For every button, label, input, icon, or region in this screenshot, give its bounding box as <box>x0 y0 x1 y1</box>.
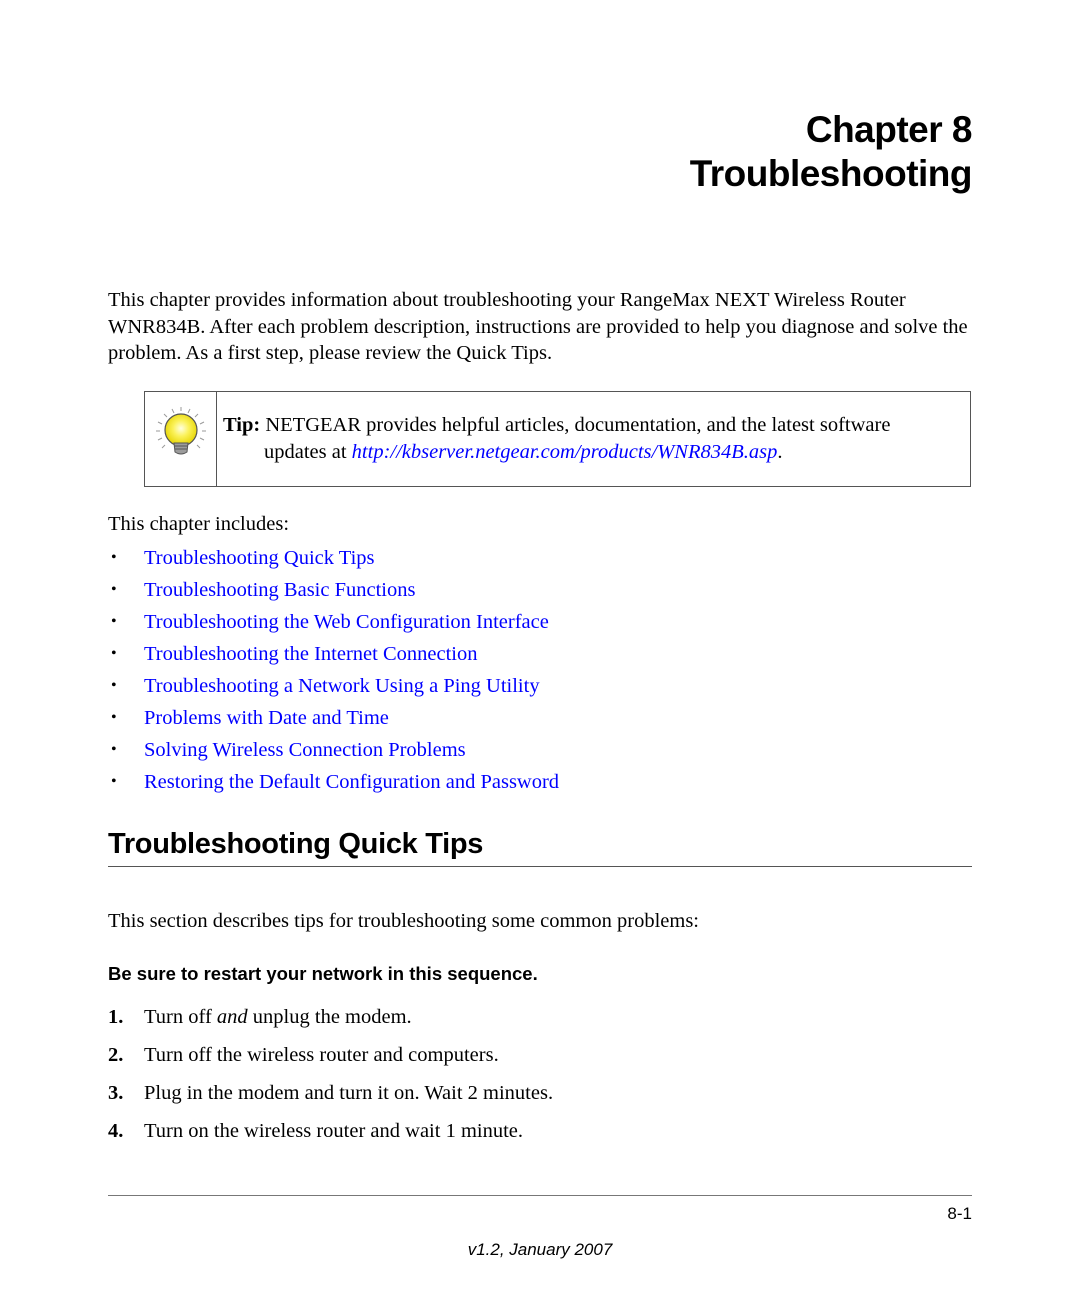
section-divider <box>108 866 972 867</box>
toc-item: • Troubleshooting the Web Configuration I… <box>108 606 559 638</box>
tip-text-line1: NETGEAR provides helpful articles, docum… <box>260 414 891 436</box>
step-item: 4. Turn on the wireless router and wait … <box>108 1112 553 1150</box>
intro-paragraph: This chapter provides information about … <box>108 289 968 364</box>
toc-item: • Troubleshooting Quick Tips <box>108 542 559 574</box>
tip-label: Tip: <box>223 414 261 436</box>
toc-item: • Troubleshooting Basic Functions <box>108 574 559 606</box>
section-description: This section describes tips for troubles… <box>108 910 699 932</box>
toc-link-ping-utility[interactable]: Troubleshooting a Network Using a Ping U… <box>144 675 540 698</box>
tip-text: Tip: NETGEAR provides helpful articles, … <box>223 412 963 465</box>
toc-item: • Problems with Date and Time <box>108 702 559 734</box>
document-version: v1.2, January 2007 <box>467 1240 613 1259</box>
toc-link-wireless-problems[interactable]: Solving Wireless Connection Problems <box>144 739 466 762</box>
includes-label: This chapter includes: <box>108 513 290 535</box>
toc-item: • Troubleshooting the Internet Connection <box>108 638 559 670</box>
bullet-icon: • <box>111 741 117 758</box>
bullet-icon: • <box>111 581 117 598</box>
step-number: 1. <box>108 1005 124 1028</box>
netgear-kb-link[interactable]: http://kbserver.netgear.com/products/WNR… <box>352 441 778 463</box>
toc-item: • Restoring the Default Configuration and… <box>108 766 559 798</box>
restart-steps-list: 1. Turn off and unplug the modem. 2. Tur… <box>108 998 553 1150</box>
lightbulb-icon <box>156 407 206 455</box>
toc-link-basic-functions[interactable]: Troubleshooting Basic Functions <box>144 579 415 602</box>
step-item: 1. Turn off and unplug the modem. <box>108 998 553 1036</box>
chapter-title: Chapter 8 Troubleshooting <box>689 108 973 196</box>
chapter-contents-list: • Troubleshooting Quick Tips • Troubleshoo… <box>108 542 559 798</box>
step-item: 3. Plug in the modem and turn it on. Wai… <box>108 1074 553 1112</box>
bullet-icon: • <box>111 549 117 566</box>
toc-link-quick-tips[interactable]: Troubleshooting Quick Tips <box>144 547 375 570</box>
toc-link-restore-defaults[interactable]: Restoring the Default Configuration and … <box>144 771 559 794</box>
bullet-icon: • <box>111 645 117 662</box>
step-text: Turn off the wireless router and compute… <box>144 1043 499 1066</box>
step-number: 4. <box>108 1119 124 1142</box>
step-item: 2. Turn off the wireless router and comp… <box>108 1036 553 1074</box>
step-text: Plug in the modem and turn it on. Wait 2… <box>144 1081 554 1104</box>
tip-box: Tip: NETGEAR provides helpful articles, … <box>144 391 971 487</box>
bullet-icon: • <box>111 677 117 694</box>
tip-text-prefix: updates at <box>264 440 352 463</box>
bullet-icon: • <box>111 709 117 726</box>
toc-link-web-config[interactable]: Troubleshooting the Web Configuration In… <box>144 611 549 634</box>
restart-sequence-heading: Be sure to restart your network in this … <box>108 963 538 984</box>
section-heading: Troubleshooting Quick Tips <box>108 828 484 860</box>
step-emphasis: and <box>216 1005 248 1028</box>
tip-text-line2: updates at http://kbserver.netgear.com/p… <box>223 439 963 466</box>
toc-item: • Troubleshooting a Network Using a Ping … <box>108 670 559 702</box>
page-number: 8-1 <box>947 1204 972 1223</box>
tip-icon-cell <box>145 392 217 486</box>
toc-link-internet-connection[interactable]: Troubleshooting the Internet Connection <box>144 643 477 666</box>
step-number: 3. <box>108 1081 124 1104</box>
chapter-label: Chapter 8 <box>805 109 973 150</box>
toc-link-date-time[interactable]: Problems with Date and Time <box>144 707 389 730</box>
chapter-name: Troubleshooting <box>689 153 973 194</box>
bullet-icon: • <box>111 613 117 630</box>
bullet-icon: • <box>111 773 117 790</box>
toc-item: • Solving Wireless Connection Problems <box>108 734 559 766</box>
step-number: 2. <box>108 1043 124 1066</box>
tip-text-suffix: . <box>777 440 783 463</box>
step-text: Turn on the wireless router and wait 1 m… <box>144 1119 523 1142</box>
step-text: Turn off and unplug the modem. <box>144 1005 412 1028</box>
footer-divider <box>108 1195 972 1196</box>
